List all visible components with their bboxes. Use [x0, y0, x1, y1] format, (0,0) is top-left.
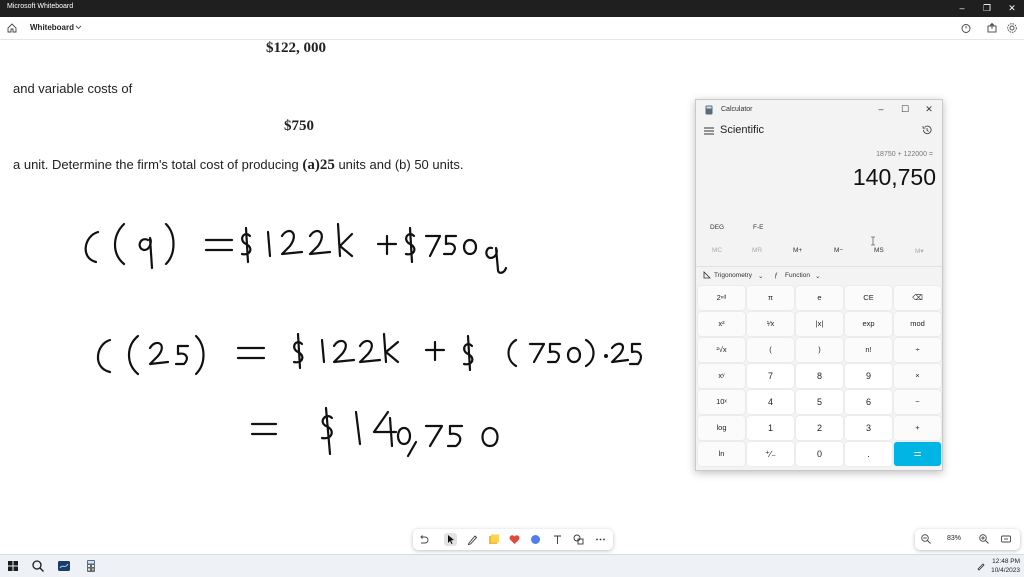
fe-button[interactable]: F-E: [753, 224, 763, 231]
key-factorial[interactable]: n!: [845, 338, 892, 362]
key-decimal[interactable]: .: [845, 442, 892, 466]
clock-time: 12:48 PM: [992, 558, 1020, 565]
history-icon[interactable]: [921, 124, 933, 136]
calc-expression: 18750 + 122000 =: [876, 151, 933, 158]
sticky-note-icon[interactable]: [487, 533, 500, 546]
calculator-app-icon[interactable]: [84, 559, 98, 573]
hamburger-menu-icon[interactable]: [704, 127, 714, 135]
key-divide[interactable]: ÷: [894, 338, 941, 362]
pen-tray-icon[interactable]: [976, 561, 986, 571]
key-ln[interactable]: ln: [698, 442, 745, 466]
key-3[interactable]: 3: [845, 416, 892, 440]
text-cursor-icon: [871, 236, 875, 246]
zoom-level[interactable]: 83%: [947, 535, 961, 542]
clock-date: 10/4/2023: [991, 567, 1020, 574]
key-negate[interactable]: ⁺∕₋: [747, 442, 794, 466]
shapes-icon[interactable]: [572, 533, 585, 546]
calculator-window: Calculator – ☐ ✕ Scientific 18750 + 1220…: [695, 99, 943, 471]
pen-icon[interactable]: [466, 533, 479, 546]
memory-clear-button[interactable]: MC: [712, 247, 722, 254]
key-ten-power[interactable]: 10ˣ: [698, 390, 745, 414]
key-6[interactable]: 6: [845, 390, 892, 414]
key-equals[interactable]: =: [894, 442, 941, 466]
key-0[interactable]: 0: [796, 442, 843, 466]
key-pi[interactable]: π: [747, 286, 794, 310]
search-icon[interactable]: [31, 559, 45, 573]
taskbar: 12:48 PM 10/4/2023: [0, 554, 1024, 577]
calculator-title: Calculator: [721, 106, 753, 113]
close-button[interactable]: ✕: [1000, 1, 1024, 15]
triangle-ruler-icon: [703, 271, 711, 279]
reactions-heart-icon[interactable]: [508, 533, 521, 546]
key-plus[interactable]: +: [894, 416, 941, 440]
memory-recall-button[interactable]: MR: [752, 247, 762, 254]
memory-add-button[interactable]: M+: [793, 247, 802, 254]
key-power[interactable]: xʸ: [698, 364, 745, 388]
key-exp[interactable]: exp: [845, 312, 892, 336]
key-minus[interactable]: −: [894, 390, 941, 414]
memory-list-button[interactable]: M▾: [915, 247, 924, 255]
memory-store-button[interactable]: MS: [874, 247, 884, 254]
key-backspace[interactable]: ⌫: [894, 286, 941, 310]
select-pointer-icon[interactable]: [444, 533, 457, 546]
more-options-icon[interactable]: [594, 533, 607, 546]
fit-to-screen-icon[interactable]: [1000, 533, 1012, 545]
memory-subtract-button[interactable]: M−: [834, 247, 843, 254]
key-5[interactable]: 5: [796, 390, 843, 414]
key-2[interactable]: 2: [796, 416, 843, 440]
key-close-paren[interactable]: ): [796, 338, 843, 362]
key-sqrt[interactable]: ²√x: [698, 338, 745, 362]
key-multiply[interactable]: ×: [894, 364, 941, 388]
timer-icon[interactable]: [960, 22, 972, 34]
calculator-app-icon: [705, 105, 713, 115]
key-e[interactable]: e: [796, 286, 843, 310]
function-f-icon: ƒ: [774, 272, 778, 279]
text-icon[interactable]: [551, 533, 564, 546]
key-square[interactable]: x²: [698, 312, 745, 336]
windows-start-icon[interactable]: [6, 559, 20, 573]
share-icon[interactable]: [986, 22, 998, 34]
zoom-controls: 83%: [915, 529, 1020, 550]
handwritten-ink: [84, 222, 642, 458]
key-9[interactable]: 9: [845, 364, 892, 388]
zoom-out-icon[interactable]: [920, 533, 932, 545]
key-8[interactable]: 8: [796, 364, 843, 388]
zoom-in-icon[interactable]: [978, 533, 990, 545]
chevron-down-icon[interactable]: ⌄: [758, 272, 763, 280]
comment-icon[interactable]: [529, 533, 542, 546]
calc-maximize-button[interactable]: ☐: [894, 102, 916, 116]
whiteboard-app-icon[interactable]: [57, 559, 71, 573]
key-log[interactable]: log: [698, 416, 745, 440]
key-7[interactable]: 7: [747, 364, 794, 388]
key-clear-entry[interactable]: CE: [845, 286, 892, 310]
minimize-button[interactable]: –: [950, 1, 974, 15]
settings-gear-icon[interactable]: [1006, 22, 1018, 34]
key-open-paren[interactable]: (: [747, 338, 794, 362]
trigonometry-menu[interactable]: Trigonometry: [714, 272, 752, 279]
calc-minimize-button[interactable]: –: [870, 102, 892, 116]
key-mod[interactable]: mod: [894, 312, 941, 336]
inking-toolbar: [413, 529, 613, 550]
clock[interactable]: 12:48 PM 10/4/2023: [991, 557, 1020, 575]
restore-button[interactable]: ❐: [975, 1, 999, 15]
key-absolute[interactable]: |x|: [796, 312, 843, 336]
calculator-mode: Scientific: [720, 124, 765, 136]
function-menu[interactable]: Function: [785, 272, 810, 279]
angle-unit-button[interactable]: DEG: [710, 224, 724, 231]
key-1[interactable]: 1: [747, 416, 794, 440]
key-4[interactable]: 4: [747, 390, 794, 414]
calc-close-button[interactable]: ✕: [918, 102, 940, 116]
chevron-down-icon[interactable]: ⌄: [815, 272, 820, 280]
key-2nd[interactable]: 2ⁿᵈ: [698, 286, 745, 310]
undo-icon[interactable]: [417, 533, 430, 546]
divider: [696, 266, 942, 267]
calc-result: 140,750: [852, 164, 936, 190]
key-reciprocal[interactable]: ¹⁄x: [747, 312, 794, 336]
